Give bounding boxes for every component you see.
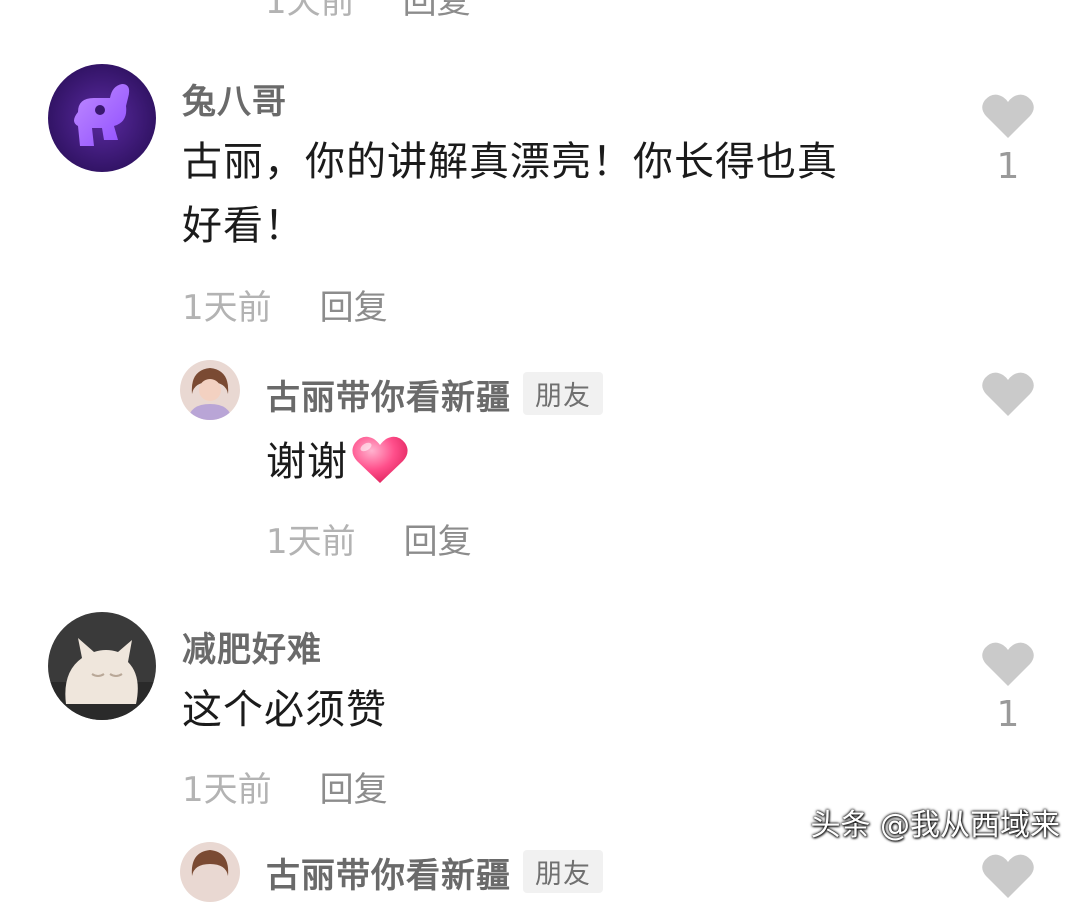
pink-heart-emoji-icon xyxy=(352,436,408,483)
reply-time: 1天前 xyxy=(266,522,356,562)
username-text: 古丽带你看新疆 xyxy=(266,378,511,418)
comment-username[interactable]: 兔八哥 xyxy=(182,74,287,123)
heart-outline-icon xyxy=(982,94,1034,138)
comment-username[interactable]: 减肥好难 xyxy=(182,622,322,671)
like-count: 1 xyxy=(996,146,1020,187)
reply-text: 谢谢 xyxy=(266,430,410,494)
reply-button[interactable]: 回复 xyxy=(320,288,388,328)
like-button[interactable] xyxy=(979,370,1037,418)
reply-button[interactable]: 回复 xyxy=(404,522,472,562)
avatar[interactable] xyxy=(180,360,240,420)
reply-username[interactable]: 古丽带你看新疆 朋友 xyxy=(266,848,603,897)
comment-text: 这个必须赞 xyxy=(182,678,387,742)
like-button[interactable] xyxy=(979,852,1037,900)
like-button[interactable]: 1 xyxy=(979,640,1037,735)
comment-text-line: 好看！ xyxy=(182,203,305,249)
comment-meta: 1天前 回复 xyxy=(182,762,388,811)
reply-button[interactable]: 回复 xyxy=(403,0,471,22)
comment-text: 古丽，你的讲解真漂亮！你长得也真 好看！ xyxy=(182,130,942,258)
comment-meta: 1天前 回复 xyxy=(182,280,388,329)
comment-time: 1天前 xyxy=(182,770,272,810)
comment-text-line: 这个必须赞 xyxy=(182,687,387,733)
avatar[interactable] xyxy=(48,612,156,720)
cat-avatar-icon xyxy=(48,612,156,720)
reply-meta: 1天前 回复 xyxy=(266,514,472,563)
comment-time: 1天前 xyxy=(182,288,272,328)
girl-avatar-icon xyxy=(180,360,240,420)
watermark: 头条 @我从西域来 xyxy=(810,808,1060,843)
like-button[interactable]: 1 xyxy=(979,92,1037,187)
purple-rabbit-avatar-icon xyxy=(48,64,156,172)
friend-badge: 朋友 xyxy=(523,372,603,415)
reply-text-content: 谢谢 xyxy=(266,439,348,485)
girl-avatar-icon xyxy=(180,842,240,902)
like-count: 1 xyxy=(996,694,1020,735)
username-text: 古丽带你看新疆 xyxy=(266,856,511,896)
avatar[interactable] xyxy=(180,842,240,902)
reply-username[interactable]: 古丽带你看新疆 朋友 xyxy=(266,370,603,419)
heart-outline-icon xyxy=(982,642,1034,686)
avatar[interactable] xyxy=(48,64,156,172)
heart-outline-icon xyxy=(982,372,1034,416)
previous-comment-meta: 1天前 回复 xyxy=(265,0,471,23)
heart-outline-icon xyxy=(982,854,1034,898)
comment-text-line: 古丽，你的讲解真漂亮！你长得也真 xyxy=(182,139,838,185)
comment-time: 1天前 xyxy=(265,0,355,22)
friend-badge: 朋友 xyxy=(523,850,603,893)
reply-button[interactable]: 回复 xyxy=(320,770,388,810)
